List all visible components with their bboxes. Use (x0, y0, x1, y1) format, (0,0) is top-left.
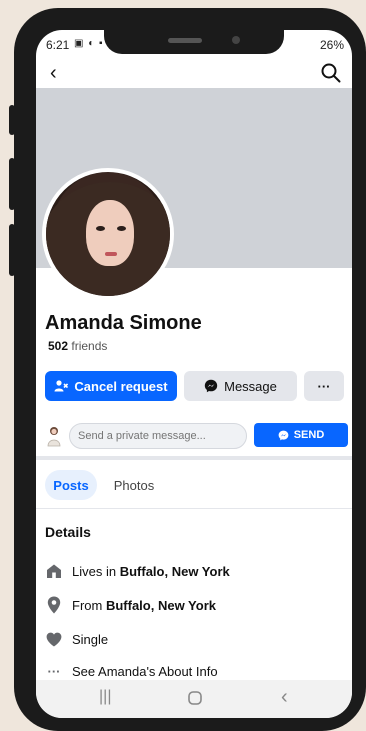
tab-posts[interactable]: Posts (45, 470, 97, 500)
profile-avatar[interactable] (42, 168, 174, 300)
detail-lives-in: Lives in Buffalo, New York (45, 560, 345, 582)
avatar-lips (105, 252, 117, 256)
android-nav-bar: ||| ‹ (36, 680, 352, 718)
from-prefix: From (72, 597, 106, 613)
lives-in-place[interactable]: Buffalo, New York (120, 564, 230, 579)
heart-icon (45, 630, 63, 648)
battery-percent: 26% (319, 38, 344, 52)
search-icon[interactable] (320, 62, 342, 84)
about-text: See Amanda's About Info (72, 663, 218, 679)
friends-count[interactable]: 502 friends (48, 339, 107, 353)
camera-notch (104, 30, 284, 54)
camera-icon (232, 36, 240, 44)
profile-name: Amanda Simone (45, 312, 202, 334)
back-nav-icon[interactable]: ‹ (281, 686, 288, 709)
private-message-input[interactable] (69, 423, 247, 449)
profile-tabs: Posts Photos (45, 470, 345, 500)
messenger-send-icon (278, 430, 289, 440)
speaker-slot (168, 38, 202, 43)
more-options-icon: ··· (317, 378, 331, 394)
detail-from: From Buffalo, New York (45, 594, 345, 616)
message-button[interactable]: Message (184, 371, 297, 401)
home-button-icon[interactable] (188, 691, 202, 705)
lives-in-text: Lives in Buffalo, New York (72, 564, 230, 579)
tab-photos[interactable]: Photos (105, 470, 163, 500)
from-place[interactable]: Buffalo, New York (106, 598, 216, 613)
more-options-button[interactable]: ··· (304, 371, 344, 401)
section-divider (36, 456, 352, 460)
detail-relationship: Single (45, 628, 345, 650)
tabs-divider (36, 508, 352, 509)
back-arrow-icon[interactable]: ‹ (50, 62, 57, 85)
from-text: From Buffalo, New York (72, 598, 216, 613)
friends-count-label: friends (71, 339, 108, 353)
relationship-text: Single (72, 631, 109, 647)
avatar-face (86, 200, 134, 266)
home-icon (45, 562, 63, 580)
person-cancel-icon (54, 380, 69, 392)
details-heading: Details (45, 524, 91, 540)
cancel-request-label: Cancel request (74, 378, 168, 394)
private-message-row: SEND (45, 423, 348, 449)
recent-apps-icon[interactable]: ||| (99, 688, 111, 706)
send-button[interactable]: SEND (254, 423, 348, 447)
top-bar: ‹ (36, 58, 352, 88)
status-time: 6:21 (46, 38, 70, 52)
status-notification-icons: ▣ ◐ ▪ (74, 38, 104, 49)
avatar-eye-right (117, 226, 126, 231)
profile-actions: Cancel request Message ··· (45, 371, 345, 401)
friends-count-number: 502 (48, 339, 69, 353)
avatar-eye-left (96, 226, 105, 231)
cancel-request-button[interactable]: Cancel request (45, 371, 177, 401)
detail-about[interactable]: ··· See Amanda's About Info (45, 660, 345, 682)
mini-avatar-icon (47, 427, 61, 447)
message-label: Message (224, 378, 277, 394)
screen: 6:21 ▣ ◐ ▪ 26% ‹ Amanda Simone 502 frien… (36, 30, 352, 718)
ellipsis-icon: ··· (47, 663, 61, 679)
lives-in-prefix: Lives in (72, 563, 120, 579)
send-label: SEND (293, 429, 325, 441)
location-pin-icon (45, 596, 63, 614)
messenger-icon (204, 379, 218, 393)
